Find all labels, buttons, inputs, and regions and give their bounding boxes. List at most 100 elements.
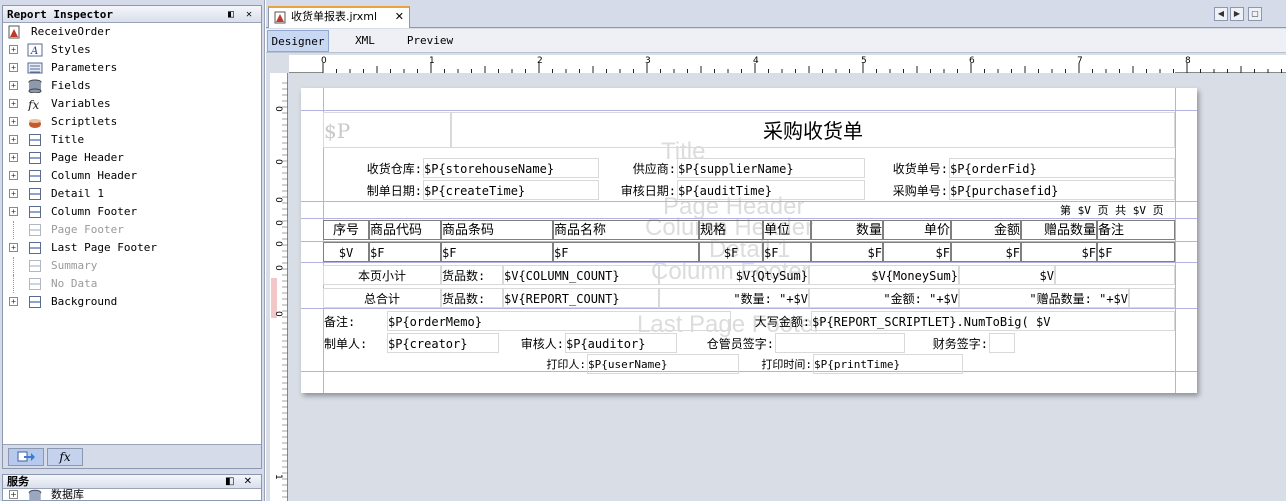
column-header-cell[interactable]: 商品条码	[441, 220, 553, 240]
expand-icon[interactable]: +	[9, 297, 18, 306]
detail-cell[interactable]: $F	[553, 242, 699, 262]
print-time-label[interactable]: 打印时间:	[739, 354, 813, 374]
creator-label[interactable]: 制单人:	[323, 333, 387, 353]
expand-icon[interactable]: +	[9, 135, 18, 144]
column-header-cell[interactable]: 序号	[323, 220, 369, 240]
tab-list-button[interactable]: ▢	[1248, 7, 1262, 21]
creator-value[interactable]: $P{creator}	[387, 333, 499, 353]
purchase-no-value[interactable]: $P{purchasefid}	[949, 180, 1175, 200]
create-date-value[interactable]: $P{createTime}	[423, 180, 599, 200]
tab-preview[interactable]: Preview	[400, 30, 460, 52]
page-count-label[interactable]: 货品数:	[441, 265, 503, 285]
detail-cell[interactable]: $F	[441, 242, 553, 262]
panel-window-buttons[interactable]: ◧ ✕	[228, 6, 255, 23]
fx-tab-button[interactable]: 𝑓x	[47, 448, 83, 466]
file-tab[interactable]: 收货单报表.jrxml ✕	[268, 6, 410, 28]
tree-item-summary[interactable]: Summary	[3, 257, 261, 275]
keeper-label[interactable]: 仓管员签字:	[677, 333, 775, 353]
expand-icon[interactable]: +	[9, 63, 18, 72]
column-header-cell[interactable]: 数量	[811, 220, 883, 240]
page-subtotal-label[interactable]: 本页小计	[323, 265, 441, 285]
total-money[interactable]: "金额: "+$V	[809, 288, 959, 308]
printer-value[interactable]: $P{userName}	[587, 354, 739, 374]
total-count-value[interactable]: $V{REPORT_COUNT}	[503, 288, 659, 308]
tree-item-fields[interactable]: + Fields	[3, 77, 261, 95]
detail-cell[interactable]: $F	[811, 242, 883, 262]
expand-icon[interactable]: +	[9, 189, 18, 198]
tree-item-page-header[interactable]: + Page Header	[3, 149, 261, 167]
tree-item-no-data[interactable]: No Data	[3, 275, 261, 293]
expand-icon[interactable]: +	[9, 171, 18, 180]
column-header-cell[interactable]: 单位	[763, 220, 811, 240]
detail-cell[interactable]: $F	[369, 242, 441, 262]
storehouse-value[interactable]: $P{storehouseName}	[423, 158, 599, 178]
total-prefix[interactable]: 共	[1115, 204, 1126, 217]
amount-label[interactable]: 大写金额:	[731, 311, 811, 331]
grand-total-blank[interactable]	[1129, 288, 1175, 308]
scroll-tabs-left-button[interactable]: ◀	[1214, 7, 1228, 21]
report-title-text[interactable]: 采购收货单	[451, 112, 1175, 148]
expand-icon[interactable]: +	[9, 117, 18, 126]
finance-label[interactable]: 财务签字:	[905, 333, 989, 353]
tab-designer[interactable]: Designer	[267, 30, 329, 52]
storehouse-label[interactable]: 收货仓库:	[341, 158, 423, 178]
keeper-signature[interactable]	[775, 333, 905, 353]
expand-icon[interactable]: +	[9, 99, 18, 108]
expand-icon[interactable]: +	[9, 207, 18, 216]
detail-cell[interactable]: $F	[1097, 242, 1175, 262]
auditor-value[interactable]: $P{auditor}	[565, 333, 677, 353]
tree-item-detail-1[interactable]: + Detail 1	[3, 185, 261, 203]
scroll-tabs-right-button[interactable]: ▶	[1230, 7, 1244, 21]
tree-item-page-footer[interactable]: Page Footer	[3, 221, 261, 239]
detail-cell[interactable]: $F	[699, 242, 763, 262]
purchase-no-label[interactable]: 采购单号:	[865, 180, 949, 200]
page-qty-sum[interactable]: $V{QtySum}	[659, 265, 809, 285]
audit-date-label[interactable]: 审核日期:	[599, 180, 677, 200]
order-no-value[interactable]: $P{orderFid}	[949, 158, 1175, 178]
page-gift-sum[interactable]: $V	[959, 265, 1055, 285]
tree-item-variables[interactable]: + fx Variables	[3, 95, 261, 113]
tree-item-background[interactable]: + Background	[3, 293, 261, 311]
page-suffix[interactable]: 页	[1098, 204, 1109, 217]
expand-icon[interactable]: +	[9, 490, 18, 499]
total-suffix[interactable]: 页	[1153, 204, 1164, 217]
column-header-cell[interactable]: 规格	[699, 220, 763, 240]
tree-item-parameters[interactable]: + Parameters	[3, 59, 261, 77]
expand-icon[interactable]: +	[9, 243, 18, 252]
detail-cell[interactable]: $F	[883, 242, 951, 262]
auditor-label[interactable]: 审核人:	[499, 333, 565, 353]
detail-cell[interactable]: $F	[951, 242, 1021, 262]
column-header-cell[interactable]: 商品代码	[369, 220, 441, 240]
detail-cell[interactable]: $F	[763, 242, 811, 262]
supplier-value[interactable]: $P{supplierName}	[677, 158, 865, 178]
tree-item-last-page-footer[interactable]: + Last Page Footer	[3, 239, 261, 257]
expand-icon[interactable]: +	[9, 81, 18, 90]
detail-cell[interactable]: $V	[323, 242, 369, 262]
detail-cell[interactable]: $F	[1021, 242, 1097, 262]
tree-item-scriptlets[interactable]: + Scriptlets	[3, 113, 261, 131]
column-header-cell[interactable]: 单价	[883, 220, 951, 240]
page-money-sum[interactable]: $V{MoneySum}	[809, 265, 959, 285]
grand-total-label[interactable]: 总合计	[323, 288, 441, 308]
tree-item-title[interactable]: + Title	[3, 131, 261, 149]
services-item-database[interactable]: + 数据库	[3, 489, 261, 501]
amount-value[interactable]: $P{REPORT_SCRIPTLET}.NumToBig( $V	[811, 311, 1175, 331]
total-gift[interactable]: "赠品数量: "+$V	[959, 288, 1129, 308]
finance-signature[interactable]	[989, 333, 1015, 353]
memo-value[interactable]: $P{orderMemo}	[387, 311, 731, 331]
expand-icon[interactable]: +	[9, 45, 18, 54]
arrow-tab-button[interactable]	[8, 448, 44, 466]
page-number-var[interactable]: $V	[1078, 204, 1091, 217]
order-no-label[interactable]: 收货单号:	[865, 158, 949, 178]
expand-icon[interactable]: +	[9, 153, 18, 162]
total-count-label[interactable]: 货品数:	[441, 288, 503, 308]
column-header-cell[interactable]: 金额	[951, 220, 1021, 240]
memo-label[interactable]: 备注:	[323, 311, 387, 331]
page-prefix[interactable]: 第	[1060, 204, 1071, 217]
column-header-cell[interactable]: 赠品数量	[1021, 220, 1097, 240]
tab-xml[interactable]: XML	[344, 30, 386, 52]
page-subtotal-blank[interactable]	[1055, 265, 1175, 285]
page-count-value[interactable]: $V{COLUMN_COUNT}	[503, 265, 659, 285]
tree-item-column-footer[interactable]: + Column Footer	[3, 203, 261, 221]
logo-image-param[interactable]: $P	[323, 112, 451, 148]
